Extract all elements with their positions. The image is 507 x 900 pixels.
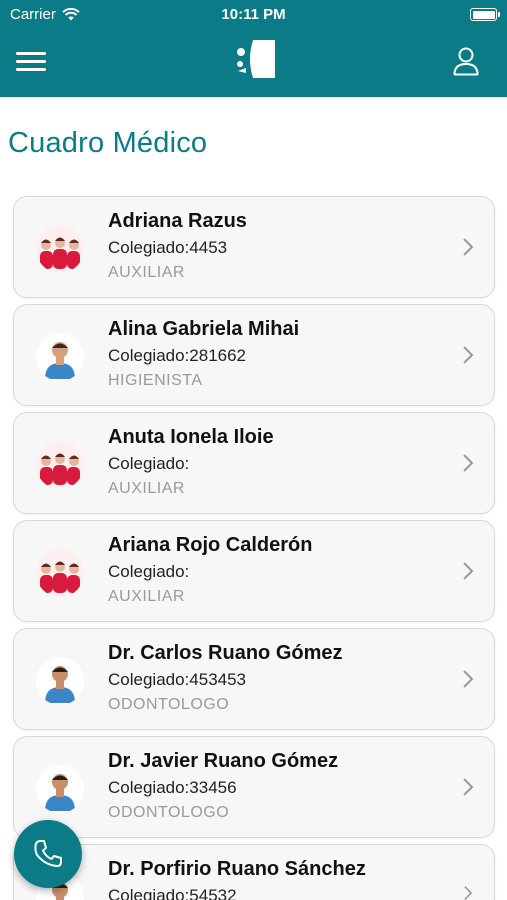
staff-role: AUXILIAR [108,588,185,605]
staff-name: Ariana Rojo Calderón [108,534,313,556]
staff-card[interactable]: Adriana Razus Colegiado:4453 AUXILIAR [13,196,495,298]
staff-colegiado: Colegiado:281662 [108,346,247,365]
chevron-right-icon [463,238,474,256]
staff-card[interactable]: Dr. Porfirio Ruano Sánchez Colegiado:545… [13,844,495,900]
staff-role: AUXILIAR [108,480,185,497]
hamburger-menu-icon[interactable] [16,52,46,72]
clinic-logo-icon [237,40,275,78]
staff-colegiado: Colegiado:54532 [108,886,237,900]
person-photo-avatar [36,657,84,705]
staff-name: Dr. Carlos Ruano Gómez [108,642,343,664]
staff-role: ODONTOLOGO [108,696,230,713]
staff-card[interactable]: Ariana Rojo Calderón Colegiado: AUXILIAR [13,520,495,622]
chevron-right-icon [463,454,474,472]
staff-colegiado: Colegiado: [108,454,190,473]
staff-name: Alina Gabriela Mihai [108,318,300,340]
staff-role: AUXILIAR [108,264,185,281]
chevron-right-icon [463,562,474,580]
status-bar: Carrier 10:11 PM [0,0,507,30]
group-photo-avatar [36,549,84,597]
person-photo-avatar [36,333,84,381]
staff-role: HIGIENISTA [108,372,203,389]
staff-list: Adriana Razus Colegiado:4453 AUXILIAR Al… [13,196,495,900]
group-photo-avatar [36,441,84,489]
chevron-right-icon [463,346,474,364]
battery-icon [470,8,500,21]
navigation-bar [0,30,507,97]
page-title: Cuadro Médico [8,127,208,159]
app-header: Carrier 10:11 PM [0,0,507,97]
staff-colegiado: Colegiado:4453 [108,238,228,257]
staff-colegiado: Colegiado:453453 [108,670,247,689]
staff-role: ODONTOLOGO [108,804,230,821]
chevron-right-icon [463,778,474,796]
staff-name: Anuta Ionela Iloie [108,426,274,448]
staff-colegiado: Colegiado: [108,562,190,581]
person-photo-avatar [36,765,84,813]
group-photo-avatar [36,225,84,273]
user-profile-icon[interactable] [453,46,479,76]
status-time: 10:11 PM [221,6,286,23]
staff-card[interactable]: Dr. Javier Ruano Gómez Colegiado:33456 O… [13,736,495,838]
chevron-right-icon [463,670,474,688]
phone-icon [34,840,62,867]
staff-colegiado: Colegiado:33456 [108,778,237,797]
staff-name: Dr. Javier Ruano Gómez [108,750,339,772]
staff-card[interactable]: Alina Gabriela Mihai Colegiado:281662 HI… [13,304,495,406]
chevron-right-icon [464,886,473,900]
staff-name: Dr. Porfirio Ruano Sánchez [108,858,366,880]
call-button[interactable] [14,820,82,888]
staff-name: Adriana Razus [108,210,247,232]
staff-card[interactable]: Dr. Carlos Ruano Gómez Colegiado:453453 … [13,628,495,730]
staff-card[interactable]: Anuta Ionela Iloie Colegiado: AUXILIAR [13,412,495,514]
